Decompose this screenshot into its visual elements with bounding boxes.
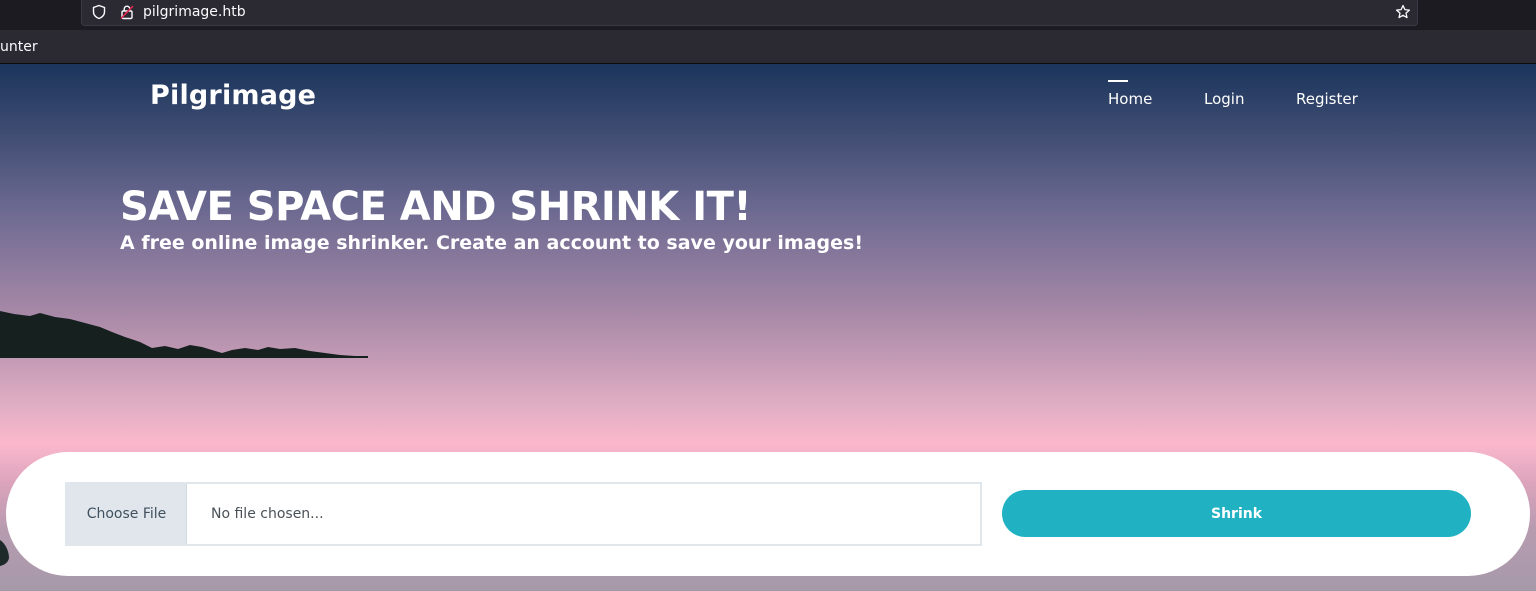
choose-file-button[interactable]: Choose File (67, 484, 187, 544)
url-text[interactable]: pilgrimage.htb (143, 4, 246, 20)
lock-insecure-icon[interactable] (119, 4, 135, 24)
bookmarks-toolbar: unter (0, 30, 1536, 64)
nav-active-indicator (1108, 80, 1128, 82)
hero-title: SAVE SPACE AND SHRINK IT! (120, 184, 752, 230)
nav-register-link[interactable]: Register (1296, 90, 1358, 108)
bookmark-star-icon[interactable] (1395, 4, 1411, 24)
hero-subtitle: A free online image shrinker. Create an … (120, 232, 863, 254)
page-viewport: Pilgrimage Home Login Register SAVE SPAC… (0, 64, 1536, 591)
browser-toolbar: pilgrimage.htb (0, 0, 1536, 30)
shield-icon[interactable] (91, 4, 107, 24)
bookmark-item[interactable]: unter (0, 39, 38, 55)
mountain-silhouette-image (0, 311, 368, 358)
nav-login-link[interactable]: Login (1204, 90, 1244, 108)
nav-home-link[interactable]: Home (1108, 90, 1152, 108)
site-logo[interactable]: Pilgrimage (150, 80, 316, 111)
shrink-button[interactable]: Shrink (1002, 490, 1471, 537)
address-bar[interactable]: pilgrimage.htb (81, 0, 1418, 26)
file-status-label: No file chosen... (211, 506, 324, 522)
file-input[interactable]: Choose File No file chosen... (65, 482, 982, 546)
upload-card: Choose File No file chosen... Shrink (6, 452, 1530, 576)
